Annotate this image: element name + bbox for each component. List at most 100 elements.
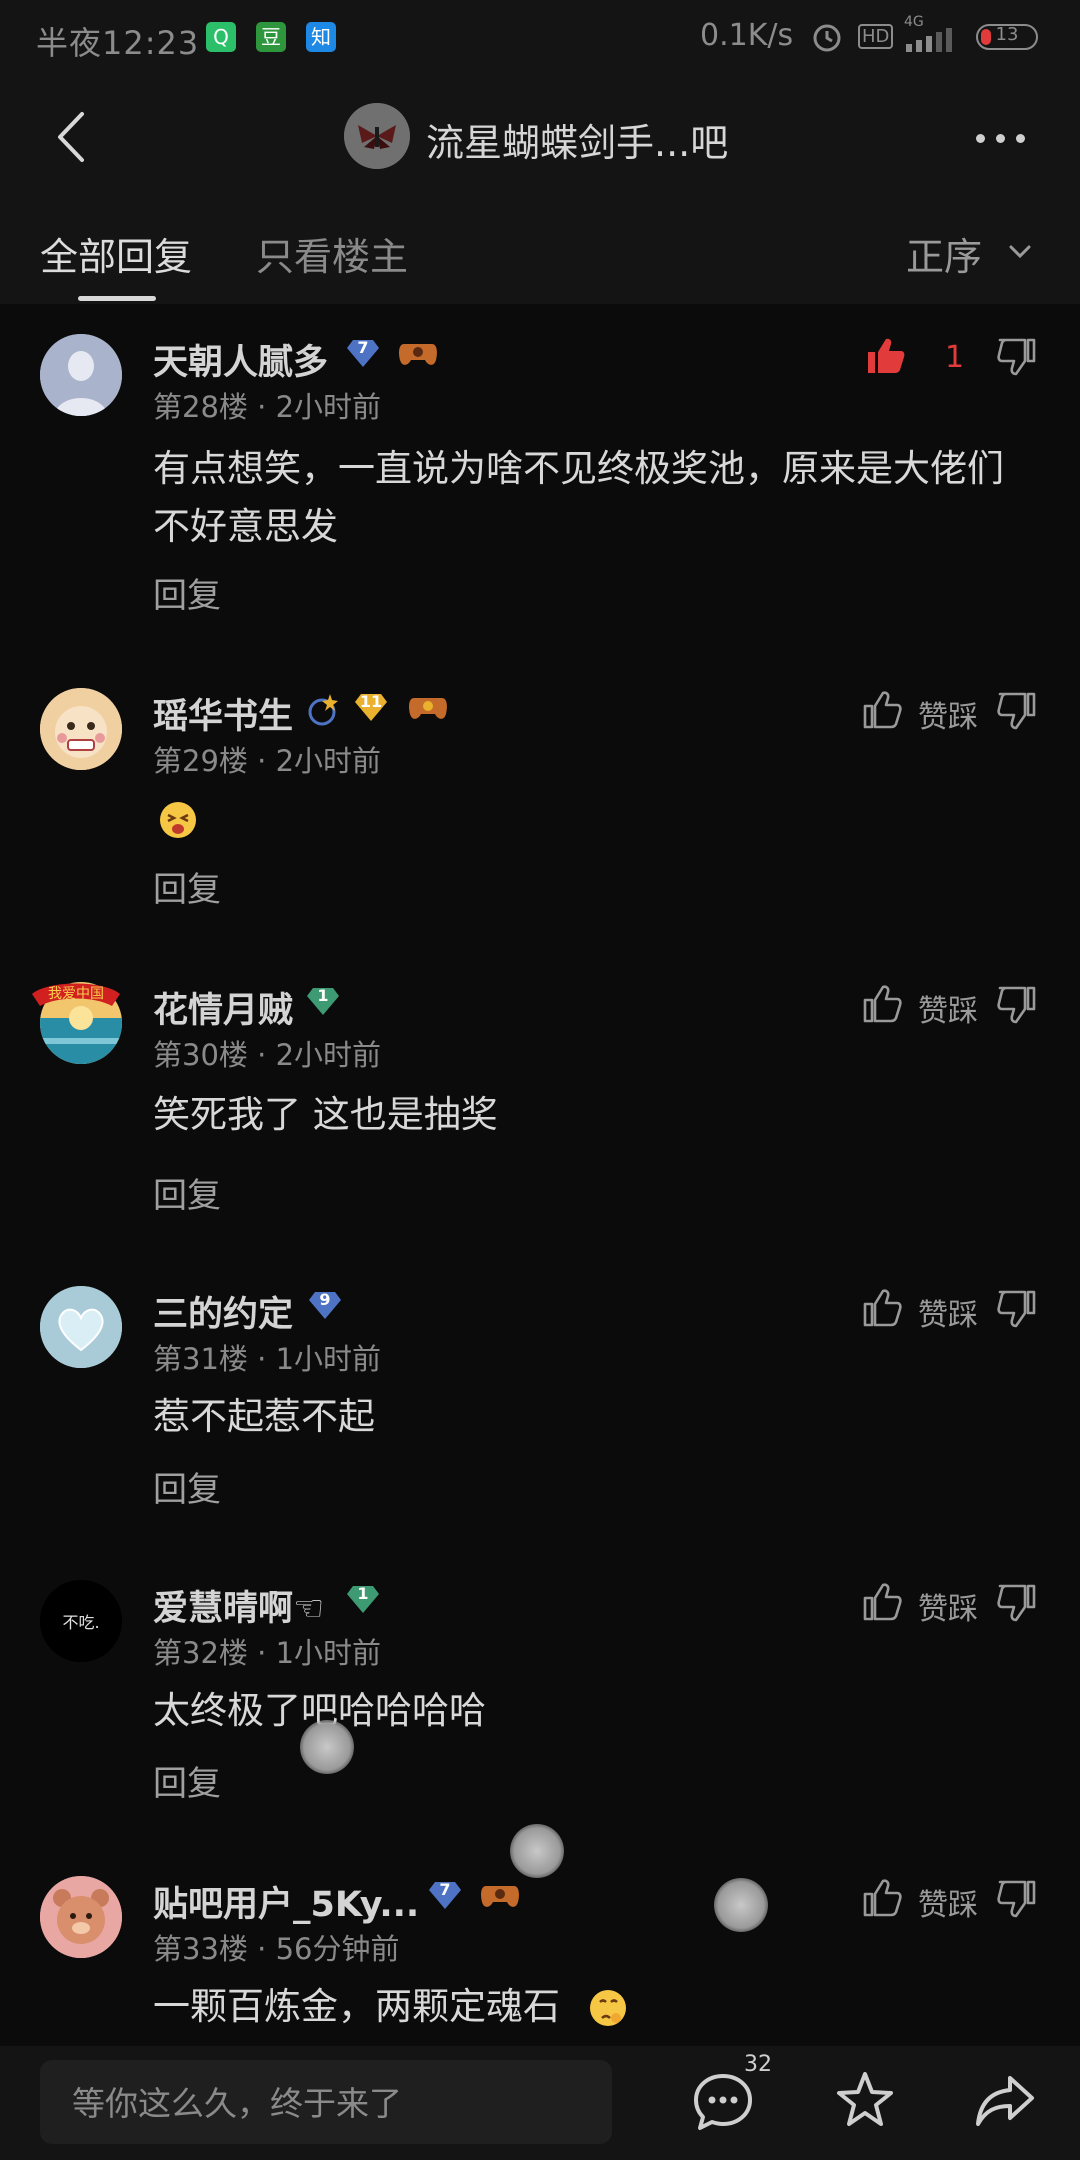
- gamepad-badge-icon: [399, 344, 437, 365]
- battery-level: 13: [995, 24, 1019, 45]
- reply-content: 有点想笑，一直说为啥不见终极奖池，原来是大佬们不好意思发: [153, 447, 1004, 548]
- thumbs-down-icon[interactable]: [996, 336, 1036, 376]
- reply-button[interactable]: 回复: [153, 862, 221, 911]
- comment-count: 32: [744, 2052, 772, 2077]
- zhihu-icon: 知: [306, 22, 336, 52]
- floor-number: 第29楼: [153, 744, 248, 778]
- username[interactable]: 三的约定: [153, 1286, 293, 1337]
- post-time: 1小时前: [275, 1636, 382, 1670]
- username[interactable]: 瑶华书生: [153, 688, 293, 739]
- touch-indicator: [300, 1720, 354, 1774]
- sort-button[interactable]: 正序: [906, 226, 982, 281]
- post-time: 2小时前: [275, 744, 382, 778]
- tab-op-only[interactable]: 只看楼主: [256, 226, 408, 281]
- vote-label: 赞踩: [918, 1888, 978, 1923]
- bottom-bar: 32: [0, 2046, 1080, 2160]
- avatar[interactable]: [40, 334, 122, 416]
- dot-icon: [976, 134, 985, 143]
- vote-label: 赞踩: [918, 1592, 978, 1627]
- active-tab-indicator: [78, 296, 156, 301]
- username[interactable]: 爱慧晴啊☜: [153, 1580, 324, 1631]
- user-level: 1: [357, 1584, 369, 1603]
- post-time: 2小时前: [275, 390, 382, 424]
- dot-icon: [1016, 134, 1025, 143]
- meta-separator: ·: [257, 1342, 267, 1376]
- vote-label: 赞踩: [918, 1298, 978, 1333]
- forum-title[interactable]: 流星蝴蝶剑手...吧: [426, 112, 728, 167]
- thumbs-down-icon[interactable]: [996, 1582, 1036, 1622]
- thumbs-up-icon[interactable]: [862, 690, 902, 730]
- share-icon[interactable]: [972, 2068, 1038, 2134]
- thumbs-up-icon[interactable]: [862, 1582, 902, 1622]
- battery-icon: 13: [976, 24, 1038, 50]
- thumbs-down-icon[interactable]: [996, 690, 1036, 730]
- meta-separator: ·: [257, 1932, 267, 1966]
- douban-icon: 豆: [256, 22, 286, 52]
- thumbs-down-icon[interactable]: [996, 1288, 1036, 1328]
- thumbs-up-icon[interactable]: [862, 984, 902, 1024]
- user-level: 1: [317, 986, 329, 1005]
- post-time: 1小时前: [275, 1342, 382, 1376]
- floor-number: 第33楼: [153, 1932, 248, 1966]
- username[interactable]: 天朝人腻多: [153, 334, 328, 385]
- avatar[interactable]: [40, 1876, 122, 1958]
- signal-icon: [906, 28, 952, 52]
- thumbs-up-icon[interactable]: [862, 1288, 902, 1328]
- meta-separator: ·: [257, 390, 267, 424]
- user-level: 9: [319, 1290, 331, 1309]
- back-button[interactable]: [44, 104, 104, 170]
- floor-number: 第28楼: [153, 390, 248, 424]
- like-count: 1: [945, 340, 965, 375]
- text-avatar-icon: 不吃.: [40, 1580, 122, 1662]
- header: 流星蝴蝶剑手...吧: [0, 78, 1080, 196]
- user-level: 11: [359, 692, 383, 711]
- reply-button[interactable]: 回复: [153, 1168, 221, 1217]
- avatar[interactable]: 不吃.: [40, 1580, 122, 1662]
- reply-button[interactable]: 回复: [153, 1756, 221, 1805]
- post-meta: 第30楼 · 2小时前: [153, 1032, 381, 1074]
- floor-number: 第30楼: [153, 1038, 248, 1072]
- thumbs-up-icon[interactable]: [862, 1878, 902, 1918]
- reply-content: 太终极了吧哈哈哈哈: [153, 1689, 486, 1732]
- status-bar: 半夜12:23 Q 豆 知 0.1K/s HD 4G 13: [0, 0, 1080, 78]
- laughing-emoji-icon: [160, 802, 196, 838]
- butterfly-logo-icon: [344, 103, 410, 169]
- star-favorite-icon[interactable]: [832, 2068, 898, 2134]
- reply-content: 惹不起惹不起: [153, 1395, 375, 1438]
- user-level: 7: [357, 338, 369, 357]
- post-time: 2小时前: [275, 1038, 382, 1072]
- reply-button[interactable]: 回复: [153, 568, 221, 617]
- thumbs-down-icon[interactable]: [996, 1878, 1036, 1918]
- touch-indicator: [714, 1878, 768, 1932]
- reply-content: 一颗百炼金，两颗定魂石: [153, 1985, 560, 2028]
- forum-avatar[interactable]: [344, 103, 410, 169]
- status-time: 半夜12:23: [36, 24, 200, 62]
- bear-avatar-icon: [40, 1876, 122, 1958]
- avatar-banner-text: 我爱中国: [48, 986, 104, 1002]
- tab-all-replies[interactable]: 全部回复: [40, 226, 192, 281]
- reply-input[interactable]: [70, 2080, 594, 2126]
- ice-heart-avatar-icon: [40, 1286, 122, 1368]
- vote-label: 赞踩: [918, 994, 978, 1029]
- reply-input-box[interactable]: [40, 2060, 612, 2144]
- avatar[interactable]: [40, 1286, 122, 1368]
- meta-separator: ·: [257, 1636, 267, 1670]
- thumbs-down-icon[interactable]: [996, 984, 1036, 1024]
- reply-button[interactable]: 回复: [153, 1462, 221, 1511]
- comment-icon[interactable]: [690, 2068, 756, 2134]
- post-meta: 第29楼 · 2小时前: [153, 738, 381, 780]
- post-time: 56分钟前: [275, 1932, 400, 1966]
- post-meta: 第32楼 · 1小时前: [153, 1630, 381, 1672]
- thumbs-up-filled-icon[interactable]: [866, 336, 906, 376]
- hd-icon: HD: [858, 24, 894, 49]
- chevron-down-icon[interactable]: [1008, 240, 1032, 264]
- touch-indicator: [510, 1824, 564, 1878]
- username[interactable]: 贴吧用户_5Ky...: [153, 1876, 419, 1927]
- meta-separator: ·: [257, 744, 267, 778]
- gamepad-badge-icon: [481, 1886, 519, 1907]
- avatar[interactable]: [40, 688, 122, 770]
- username[interactable]: 花情月贼: [153, 982, 293, 1033]
- more-options-button[interactable]: [970, 118, 1030, 158]
- shooting-star-icon: [308, 694, 338, 726]
- thinking-emoji-icon: [590, 1990, 626, 2026]
